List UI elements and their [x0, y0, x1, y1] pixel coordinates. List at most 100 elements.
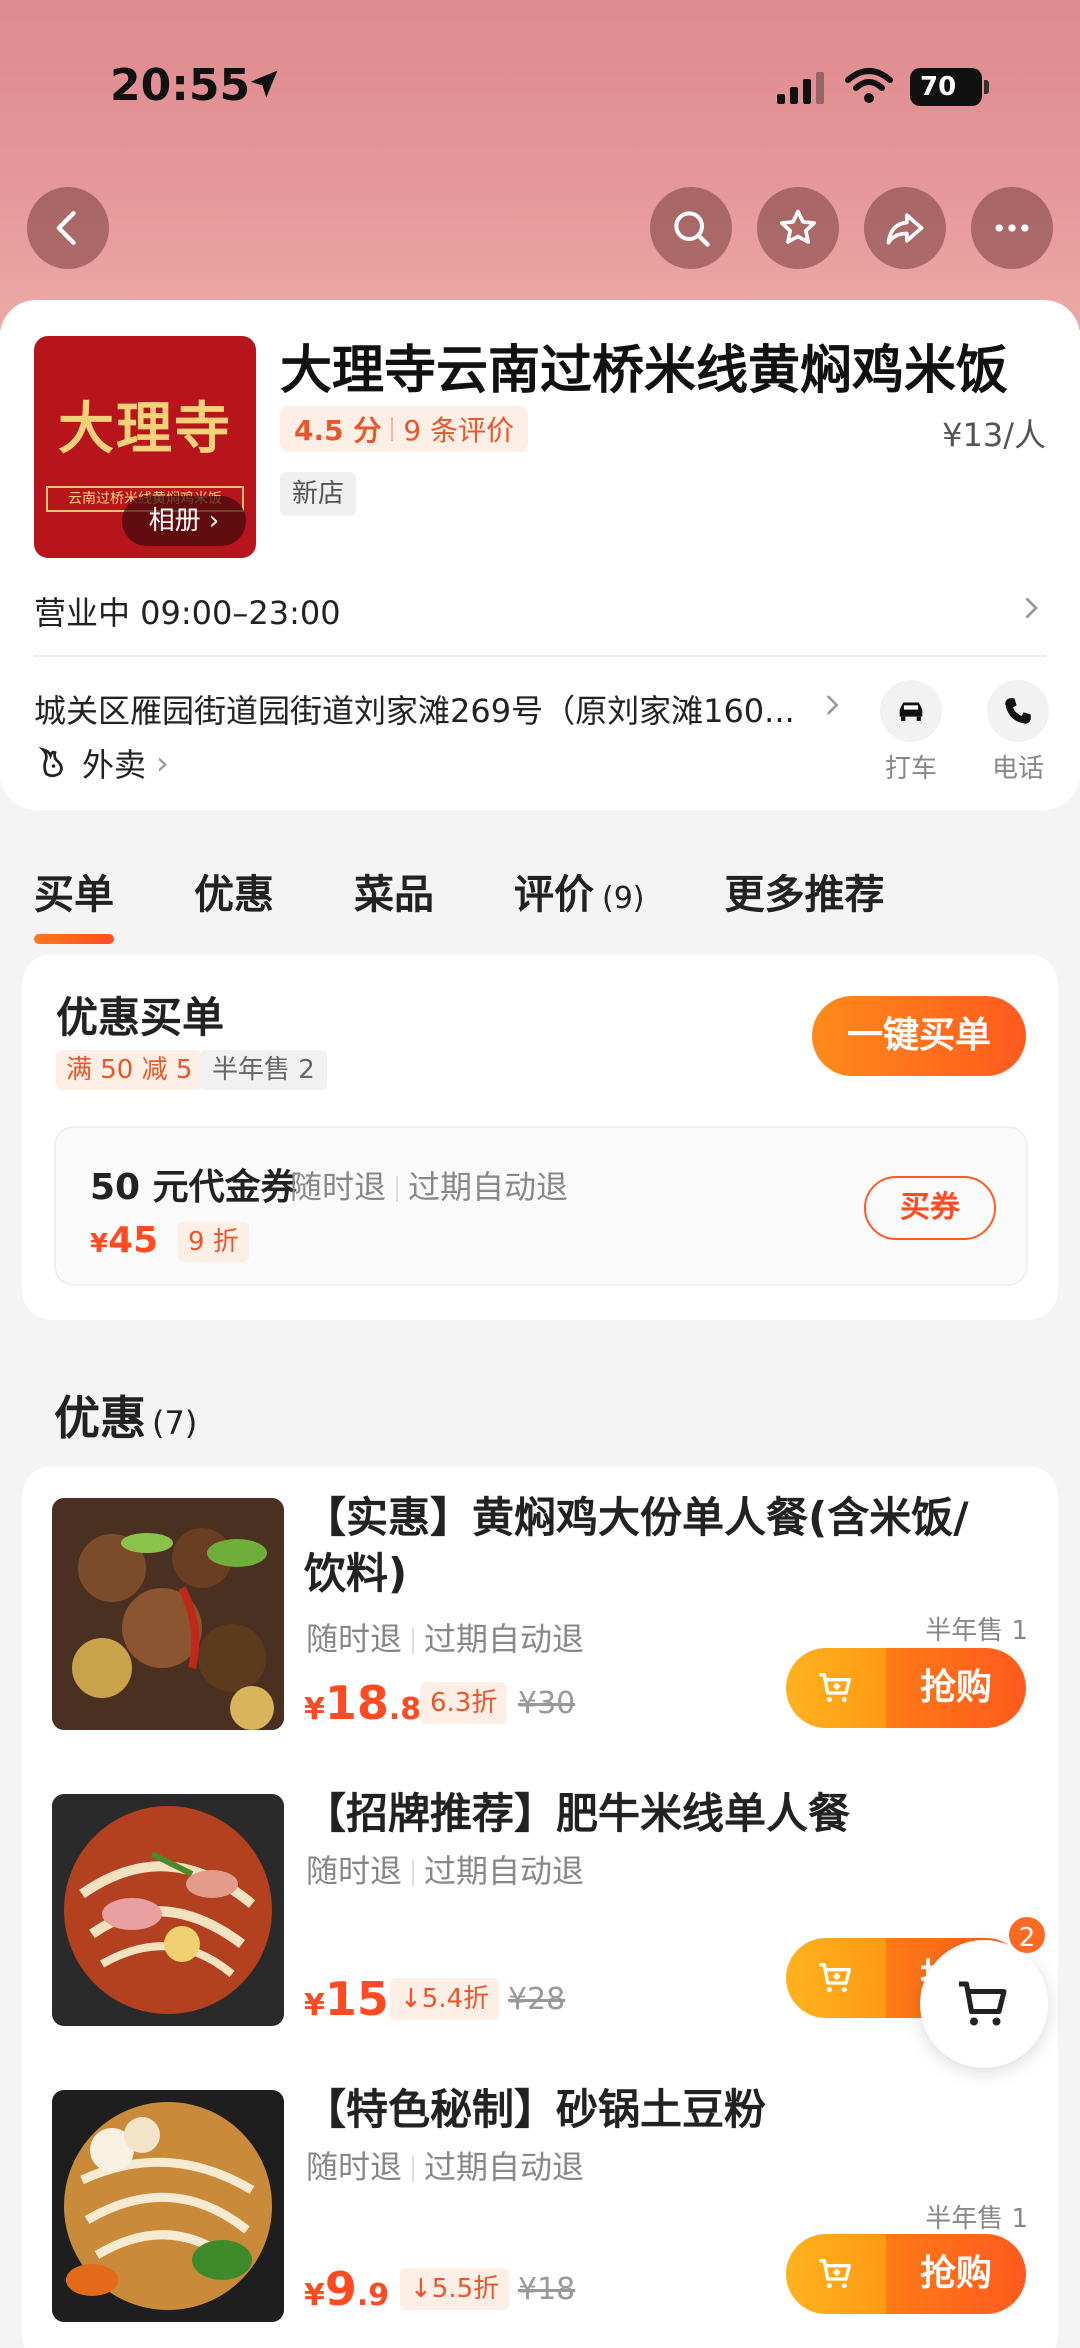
price-integer: 9	[324, 2262, 357, 2316]
offer-tag: 满 50 减 5	[56, 1050, 203, 1090]
tab-dishes[interactable]: 菜品	[354, 862, 434, 932]
deal-discount: ↓5.4折	[390, 1978, 500, 2020]
refund-anytime: 随时退	[306, 1620, 403, 1658]
price-integer: 15	[324, 1972, 389, 2026]
chevron-left-icon	[56, 211, 76, 245]
deal-original-price: ¥28	[508, 1982, 566, 2017]
price-decimal: .9	[356, 2278, 390, 2313]
deal-price: ¥15	[304, 1972, 389, 2026]
tab-label: 优惠	[194, 872, 274, 918]
chevron-right-icon[interactable]	[1016, 590, 1046, 626]
deal-refund-info: 随时退 过期自动退	[306, 1614, 584, 1660]
deal-image	[52, 1794, 284, 2026]
deal-sold: 半年售 1	[925, 2204, 1028, 2234]
rating-badge[interactable]: 4.5 分 9 条评价	[280, 406, 529, 452]
refund-expire: 过期自动退	[424, 1852, 585, 1890]
buy-label: 抢购	[886, 2234, 1026, 2314]
favorite-button[interactable]	[757, 187, 839, 269]
wifi-icon	[845, 68, 893, 103]
deal-item[interactable]: 【特色秘制】砂锅土豆粉 随时退 过期自动退 ¥9.9 ↓5.5折 ¥18 半年售 …	[22, 2058, 1058, 2322]
divider	[396, 1176, 399, 1202]
deal-discount: 6.3折	[420, 1682, 508, 1724]
section-tabs: 买单 优惠 菜品 评价 (9) 更多推荐	[34, 862, 965, 944]
deal-refund-info: 随时退 过期自动退	[306, 2142, 584, 2188]
album-button[interactable]: 相册 ›	[122, 496, 246, 546]
deal-original-price: ¥30	[518, 1686, 576, 1721]
refund-expire: 过期自动退	[424, 2148, 585, 2186]
car-icon	[899, 702, 923, 721]
refund-anytime: 随时退	[306, 2148, 403, 2186]
star-icon	[780, 209, 816, 244]
more-button[interactable]	[971, 187, 1053, 269]
currency-symbol: ¥	[304, 2278, 325, 2313]
discount-value: 5.5折	[431, 2274, 500, 2304]
phone-button[interactable]	[987, 680, 1049, 742]
deal-sold: 半年售 1	[925, 1616, 1028, 1646]
deals-list: 【实惠】黄焖鸡大份单人餐(含米饭/饮料) 随时退 过期自动退 ¥18.8 6.3折…	[22, 1466, 1058, 2348]
buy-voucher-button[interactable]: 买券	[864, 1176, 996, 1240]
store-address[interactable]: 城关区雁园街道园街道刘家滩269号（原刘家滩160...	[34, 686, 795, 732]
status-bar: 20:55 70	[0, 0, 1080, 175]
deal-item[interactable]: 【实惠】黄焖鸡大份单人餐(含米饭/饮料) 随时退 过期自动退 ¥18.8 6.3折…	[22, 1466, 1058, 1730]
price-decimal: .8	[388, 1692, 422, 1727]
logo-title: 大理寺	[58, 396, 232, 462]
deal-price: ¥9.9	[304, 2262, 389, 2316]
back-button[interactable]	[27, 187, 109, 269]
divider	[412, 1628, 415, 1654]
share-icon	[886, 213, 924, 245]
voucher-item[interactable]: 50 元代金券 随时退 过期自动退 ¥45 9 折 买券	[54, 1126, 1028, 1286]
voucher-refund-info: 随时退 过期自动退	[290, 1162, 568, 1208]
tab-reviews[interactable]: 评价 (9)	[514, 862, 645, 932]
floating-cart-button[interactable]	[920, 1940, 1048, 2068]
new-store-tag: 新店	[280, 472, 357, 516]
deal-refund-info: 随时退 过期自动退	[306, 1846, 584, 1892]
cart-plus-icon	[819, 1963, 851, 1993]
add-to-cart-button[interactable]	[786, 2234, 886, 2314]
deal-original-price: ¥18	[518, 2272, 576, 2307]
add-to-cart-button[interactable]	[786, 1938, 886, 2018]
add-to-cart-button[interactable]	[786, 1648, 886, 1728]
review-count: 9 条评价	[403, 414, 515, 447]
refund-expire: 过期自动退	[408, 1168, 569, 1206]
store-name: 大理寺云南过桥米线黄焖鸡米饭	[280, 341, 1009, 401]
deal-name: 【招牌推荐】肥牛米线单人餐	[304, 1789, 851, 1838]
tab-label: 更多推荐	[724, 872, 885, 918]
tab-pay[interactable]: 买单	[34, 862, 114, 944]
chevron-right-icon: ›	[156, 744, 169, 782]
deal-price: ¥18.8	[304, 1676, 421, 1730]
business-hours[interactable]: 营业中 09:00–23:00	[34, 588, 341, 634]
deal-name: 【特色秘制】砂锅土豆粉	[304, 2085, 767, 2134]
tab-more[interactable]: 更多推荐	[725, 862, 885, 932]
section-count: (7)	[152, 1404, 198, 1442]
deal-image	[52, 1498, 284, 1730]
deal-discount: ↓5.5折	[400, 2268, 510, 2310]
taxi-button[interactable]	[880, 680, 942, 742]
share-button[interactable]	[864, 187, 946, 269]
quick-pay-button[interactable]: 一键买单	[812, 996, 1026, 1076]
buy-button[interactable]: 抢购	[786, 2234, 1026, 2314]
chevron-right-icon[interactable]	[818, 688, 846, 722]
rating-score: 4.5 分	[294, 414, 382, 447]
deal-item[interactable]: 【招牌推荐】肥牛米线单人餐 随时退过期自动退 ¥15 ↓5.4折 ¥28 抢购	[22, 1762, 1058, 2026]
tab-label: 买单	[34, 872, 114, 918]
cart-count-badge: 2	[1006, 1914, 1048, 1956]
cellular-signal-icon	[777, 72, 824, 104]
phone-label: 电话	[991, 754, 1044, 784]
buy-button[interactable]: 抢购	[786, 1648, 1026, 1728]
refund-expire: 过期自动退	[424, 1620, 585, 1658]
buy-label: 抢购	[886, 1648, 1026, 1728]
location-arrow-icon	[250, 70, 278, 98]
store-logo[interactable]: 大理寺 云南过桥米线黄焖鸡米饭 相册 ›	[34, 336, 256, 558]
delivery-label: 外卖	[82, 746, 147, 784]
delivery-link[interactable]: 外卖 ›	[34, 740, 169, 786]
arrow-down-icon: ↓	[400, 1984, 422, 2014]
deal-name: 【实惠】黄焖鸡大份单人餐(含米饭/饮料)	[304, 1493, 969, 1598]
discount-value: 5.4折	[421, 1984, 490, 2014]
tab-label: 评价	[514, 872, 594, 918]
refund-anytime: 随时退	[290, 1168, 387, 1206]
search-icon	[674, 211, 710, 247]
tab-discounts[interactable]: 优惠	[194, 862, 274, 932]
quick-pay-title: 优惠买单	[56, 993, 225, 1042]
search-button[interactable]	[650, 187, 732, 269]
taxi-label: 打车	[884, 754, 937, 784]
